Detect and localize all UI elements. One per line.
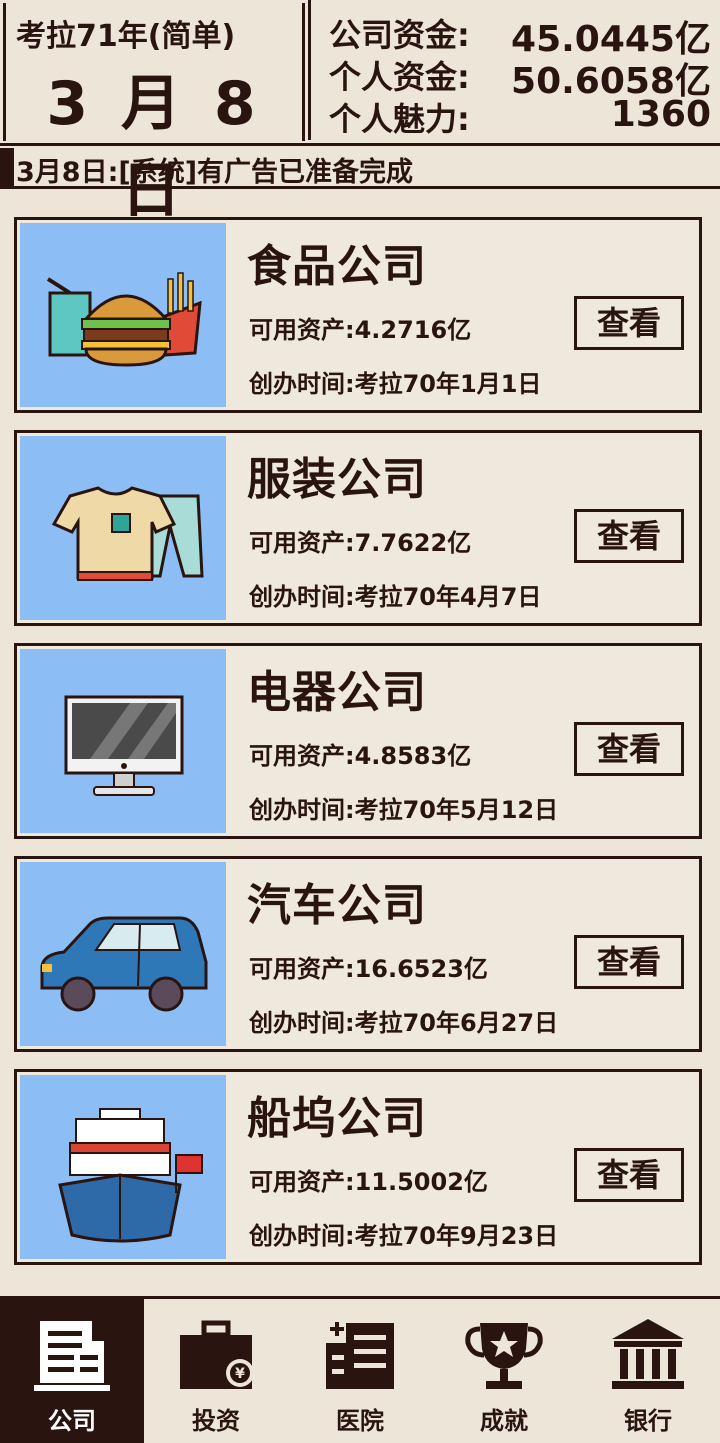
company-founded: 创办时间:考拉70年1月1日 (249, 370, 542, 398)
funds-panel: 公司资金: 45.0445亿 个人资金: 50.6058亿 个人魅力: 1360 (308, 0, 720, 140)
company-name: 电器公司 (247, 667, 427, 718)
charm-value: 1360 (610, 94, 711, 135)
view-button[interactable]: 查看 (574, 722, 684, 776)
nav-label: 医院 (336, 1407, 384, 1435)
company-assets: 可用资产:4.2716亿 (249, 316, 472, 344)
monitor-icon (20, 649, 226, 833)
company-assets: 可用资产:7.7622亿 (249, 529, 472, 557)
food-icon (20, 223, 226, 407)
charm-row: 个人魅力: 1360 (329, 94, 719, 138)
bottom-nav: 公司 ¥ 投资 医院 成就 银行 (0, 1296, 720, 1443)
nav-tab-company[interactable]: 公司 (0, 1299, 144, 1443)
company-funds-label: 公司资金: (329, 16, 470, 54)
trophy-icon (465, 1323, 543, 1389)
company-name: 服装公司 (247, 454, 427, 505)
company-card-clothing: 服装公司 可用资产:7.7622亿 创办时间:考拉70年4月7日 查看 (14, 430, 702, 626)
view-button[interactable]: 查看 (574, 509, 684, 563)
svg-text:¥: ¥ (235, 1366, 245, 1382)
company-founded: 创办时间:考拉70年9月23日 (249, 1222, 559, 1250)
company-card-electronics: 电器公司 可用资产:4.8583亿 创办时间:考拉70年5月12日 查看 (14, 643, 702, 839)
view-button[interactable]: 查看 (574, 296, 684, 350)
bank-icon (612, 1319, 684, 1389)
company-name: 汽车公司 (247, 880, 427, 931)
nav-label: 公司 (48, 1407, 96, 1435)
status-header: 考拉71年(简单) 3 月 8 日 公司资金: 45.0445亿 个人资金: 5… (0, 0, 720, 226)
clothes-icon (20, 436, 226, 620)
nav-tab-invest[interactable]: ¥ 投资 (144, 1299, 288, 1443)
company-funds-row: 公司资金: 45.0445亿 (329, 10, 719, 60)
news-ticker: 3月8日:[系统]有广告已准备完成 (0, 146, 720, 189)
view-button[interactable]: 查看 (574, 935, 684, 989)
building-icon (34, 1321, 110, 1391)
nav-tab-achievements[interactable]: 成就 (432, 1299, 576, 1443)
hospital-icon (326, 1322, 394, 1389)
current-date: 3 月 8 日 (46, 69, 262, 226)
personal-funds-row: 个人资金: 50.6058亿 (329, 52, 719, 102)
nav-label: 银行 (624, 1407, 672, 1435)
company-assets: 可用资产:11.5002亿 (249, 1168, 488, 1196)
company-card-shipyard: 船坞公司 可用资产:11.5002亿 创办时间:考拉70年9月23日 查看 (14, 1069, 702, 1265)
nav-tab-hospital[interactable]: 医院 (288, 1299, 432, 1443)
company-founded: 创办时间:考拉70年5月12日 (249, 796, 559, 824)
view-button[interactable]: 查看 (574, 1148, 684, 1202)
company-assets: 可用资产:16.6523亿 (249, 955, 488, 983)
nav-tab-bank[interactable]: 银行 (576, 1299, 720, 1443)
era-label: 考拉71年(简单) (16, 19, 236, 54)
company-card-auto: 汽车公司 可用资产:16.6523亿 创办时间:考拉70年6月27日 查看 (14, 856, 702, 1052)
ship-icon (20, 1075, 226, 1259)
personal-funds-label: 个人资金: (329, 58, 470, 96)
company-founded: 创办时间:考拉70年4月7日 (249, 583, 542, 611)
company-name: 食品公司 (247, 241, 427, 292)
briefcase-icon: ¥ (180, 1320, 254, 1389)
company-assets: 可用资产:4.8583亿 (249, 742, 472, 770)
charm-label: 个人魅力: (329, 100, 470, 138)
ticker-text: 3月8日:[系统]有广告已准备完成 (16, 157, 414, 188)
ticker-marker (0, 148, 14, 186)
date-panel: 考拉71年(简单) 3 月 8 日 (3, 3, 305, 226)
car-icon (20, 862, 226, 1046)
nav-label: 成就 (480, 1407, 528, 1435)
nav-label: 投资 (192, 1407, 240, 1435)
company-card-food: 食品公司 可用资产:4.2716亿 创办时间:考拉70年1月1日 查看 (14, 217, 702, 413)
company-name: 船坞公司 (247, 1093, 427, 1144)
company-founded: 创办时间:考拉70年6月27日 (249, 1009, 559, 1037)
